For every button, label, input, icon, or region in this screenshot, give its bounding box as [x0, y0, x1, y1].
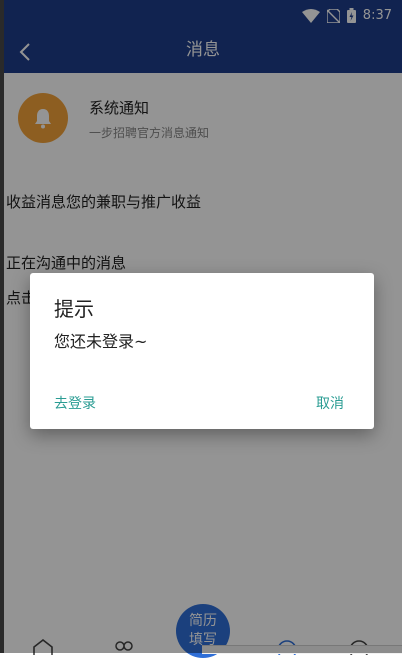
cancel-button[interactable]: 取消	[316, 393, 344, 413]
login-prompt-dialog: 提示 您还未登录~ 去登录 取消	[30, 273, 374, 429]
dialog-title: 提示	[54, 297, 94, 321]
go-login-button[interactable]: 去登录	[54, 393, 96, 413]
dialog-message: 您还未登录~	[54, 332, 148, 351]
